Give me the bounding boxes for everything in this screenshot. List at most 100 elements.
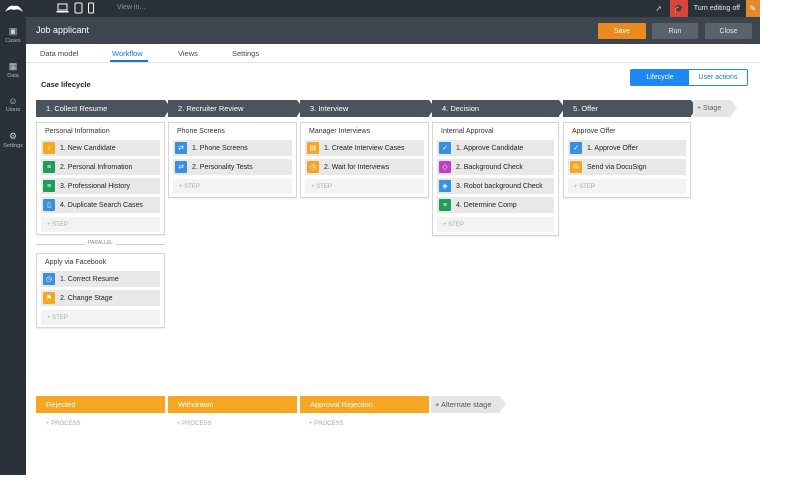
alt-stage-rejected[interactable]: Rejected [36, 396, 165, 413]
phone-icon[interactable] [88, 2, 94, 14]
step-correct-resume[interactable]: ◷ 1. Correct Resume [41, 271, 160, 287]
user-actions-toggle[interactable]: User actions [689, 70, 747, 85]
step-label: 4. Determine Comp [456, 201, 517, 209]
pencil-icon[interactable]: ✎ [746, 0, 760, 17]
stage-offer[interactable]: 5. Offer [563, 100, 691, 117]
process-manager-interviews[interactable]: Manager Interviews ▤ 1. Create Interview… [300, 122, 429, 198]
process-title: Approve Offer [572, 128, 616, 135]
top-bar: View in... ➚ 🎓 Turn editing off ✎ [0, 0, 760, 17]
turn-editing-off-button[interactable]: Turn editing off [694, 5, 740, 12]
tablet-icon[interactable] [74, 2, 83, 14]
tab-settings[interactable]: Settings [232, 49, 259, 58]
add-step-button[interactable]: + STEP [437, 217, 554, 232]
section-title: Case lifecycle [41, 80, 91, 89]
step-phone-screens[interactable]: ⇄ 1. Phone Screens [173, 140, 292, 156]
tab-workflow[interactable]: Workflow [112, 49, 143, 58]
stage-interview[interactable]: 3. Interview [300, 100, 429, 117]
add-step-button[interactable]: + STEP [41, 217, 160, 232]
lifecycle-toggle[interactable]: Lifecycle [631, 70, 689, 85]
tab-data-model[interactable]: Data model [40, 49, 78, 58]
step-duplicate-search-cases[interactable]: ▯ 4. Duplicate Search Cases [41, 197, 160, 213]
sidebar-item-settings[interactable]: ⚙ Settings [0, 122, 26, 157]
form-icon: ≡ [43, 161, 55, 173]
sidebar-item-cases[interactable]: ▣ Cases [0, 17, 26, 52]
step-send-via-docusign[interactable]: ✉ Send via DocuSign [568, 159, 686, 175]
step-label: 1. New Candidate [60, 144, 116, 152]
step-personal-information[interactable]: ≡ 2. Personal Infromation [41, 159, 160, 175]
graduation-cap-icon[interactable]: 🎓 [669, 0, 688, 17]
sync-icon: ⇄ [175, 161, 187, 173]
clock-icon: ◷ [43, 273, 55, 285]
step-label: 1. Phone Screens [192, 144, 248, 152]
process-personal-information[interactable]: Personal Information ♪ 1. New Candidate … [36, 122, 165, 235]
stage-collect-resume[interactable]: 1. Collect Resume [36, 100, 165, 117]
diamond-icon: ◇ [439, 161, 451, 173]
form-icon: ≡ [43, 180, 55, 192]
sidebar-item-label: Settings [3, 142, 23, 149]
step-label: Send via DocuSign [587, 163, 647, 171]
step-change-stage[interactable]: ⚑ 2. Change Stage [41, 290, 160, 306]
bell-icon: ♪ [43, 142, 55, 154]
step-label: 2. Wait for Interviews [324, 163, 390, 171]
data-icon: ▦ [8, 60, 18, 71]
add-process-button[interactable]: + PROCESS [177, 421, 212, 427]
alt-stage-withdrawn[interactable]: Withdrawn [168, 396, 297, 413]
tab-views[interactable]: Views [178, 49, 198, 58]
process-title: Manager Interviews [309, 128, 371, 135]
stage-decision[interactable]: 4. Decision [432, 100, 559, 117]
cases-icon: ▣ [8, 25, 18, 36]
laptop-icon[interactable] [56, 2, 69, 14]
step-personality-tests[interactable]: ⇄ 2. Personality Tests [173, 159, 292, 175]
run-button[interactable]: Run [652, 23, 698, 39]
step-approve-offer[interactable]: ✓ 1. Approve Offer [568, 140, 686, 156]
add-alternate-stage-button[interactable]: + Alternate stage [431, 396, 500, 413]
sidebar-item-users[interactable]: ☺ Users [0, 87, 26, 122]
add-step-button[interactable]: + STEP [173, 179, 292, 194]
sidebar-item-data[interactable]: ▦ Data [0, 52, 26, 87]
stage-recruiter-review[interactable]: 2. Recruiter Review [168, 100, 297, 117]
close-button[interactable]: Close [705, 23, 752, 39]
stage-arrow [500, 396, 506, 412]
robot-icon: ◈ [439, 180, 451, 192]
pointer-icon[interactable]: ➚ [652, 0, 666, 17]
process-apply-via-facebook[interactable]: Apply via Facebook ◷ 1. Correct Resume ⚑… [36, 253, 165, 328]
gear-icon: ⚙ [8, 130, 18, 141]
process-approve-offer[interactable]: Approve Offer ✓ 1. Approve Offer ✉ Send … [563, 122, 691, 198]
save-button[interactable]: Save [598, 23, 646, 39]
step-create-interview-cases[interactable]: ▤ 1. Create Interview Cases [305, 140, 424, 156]
add-step-button[interactable]: + STEP [568, 179, 686, 194]
add-process-button[interactable]: + PROCESS [46, 421, 81, 427]
step-approve-candidate[interactable]: ✓ 1. Approve Candidate [437, 140, 554, 156]
step-background-check[interactable]: ◇ 2. Background Check [437, 159, 554, 175]
active-tab-indicator [110, 60, 148, 62]
alt-stage-approval-rejection[interactable]: Approval Rejection [300, 396, 429, 413]
step-label: 1. Approve Offer [587, 144, 638, 152]
tab-bar: Data model Workflow Views Settings [26, 44, 760, 63]
process-internal-approval[interactable]: Internal Approval ✓ 1. Approve Candidate… [432, 122, 559, 236]
check-icon: ✓ [570, 142, 582, 154]
view-in-selector[interactable]: View in... [117, 4, 145, 11]
step-robot-background-check[interactable]: ◈ 3. Robot background Check [437, 178, 554, 194]
app-header: Job applicant Save Run Close [26, 17, 760, 44]
add-process-button[interactable]: + PROCESS [309, 421, 344, 427]
briefcase-icon: ▤ [307, 142, 319, 154]
step-label: 3. Robot background Check [456, 182, 543, 190]
add-step-button[interactable]: + STEP [41, 310, 160, 325]
sync-icon: ⇄ [175, 142, 187, 154]
docusign-icon: ✉ [570, 161, 582, 173]
process-phone-screens[interactable]: Phone Screens ⇄ 1. Phone Screens ⇄ 2. Pe… [168, 122, 297, 198]
step-wait-for-interviews[interactable]: ◷ 2. Wait for Interviews [305, 159, 424, 175]
step-label: 2. Change Stage [60, 294, 113, 302]
step-new-candidate[interactable]: ♪ 1. New Candidate [41, 140, 160, 156]
clock-icon: ◷ [307, 161, 319, 173]
step-professional-history[interactable]: ≡ 3. Professional History [41, 178, 160, 194]
step-label: 4. Duplicate Search Cases [60, 201, 143, 209]
flag-icon: ⚑ [43, 292, 55, 304]
process-title: Personal Information [45, 128, 110, 135]
add-step-button[interactable]: + STEP [305, 179, 424, 194]
step-label: 1. Correct Resume [60, 275, 119, 283]
stage-arrow [731, 100, 737, 116]
add-stage-button[interactable]: + Stage [693, 100, 731, 117]
step-determine-comp[interactable]: ≡ 4. Determine Comp [437, 197, 554, 213]
form-icon: ≡ [439, 199, 451, 211]
